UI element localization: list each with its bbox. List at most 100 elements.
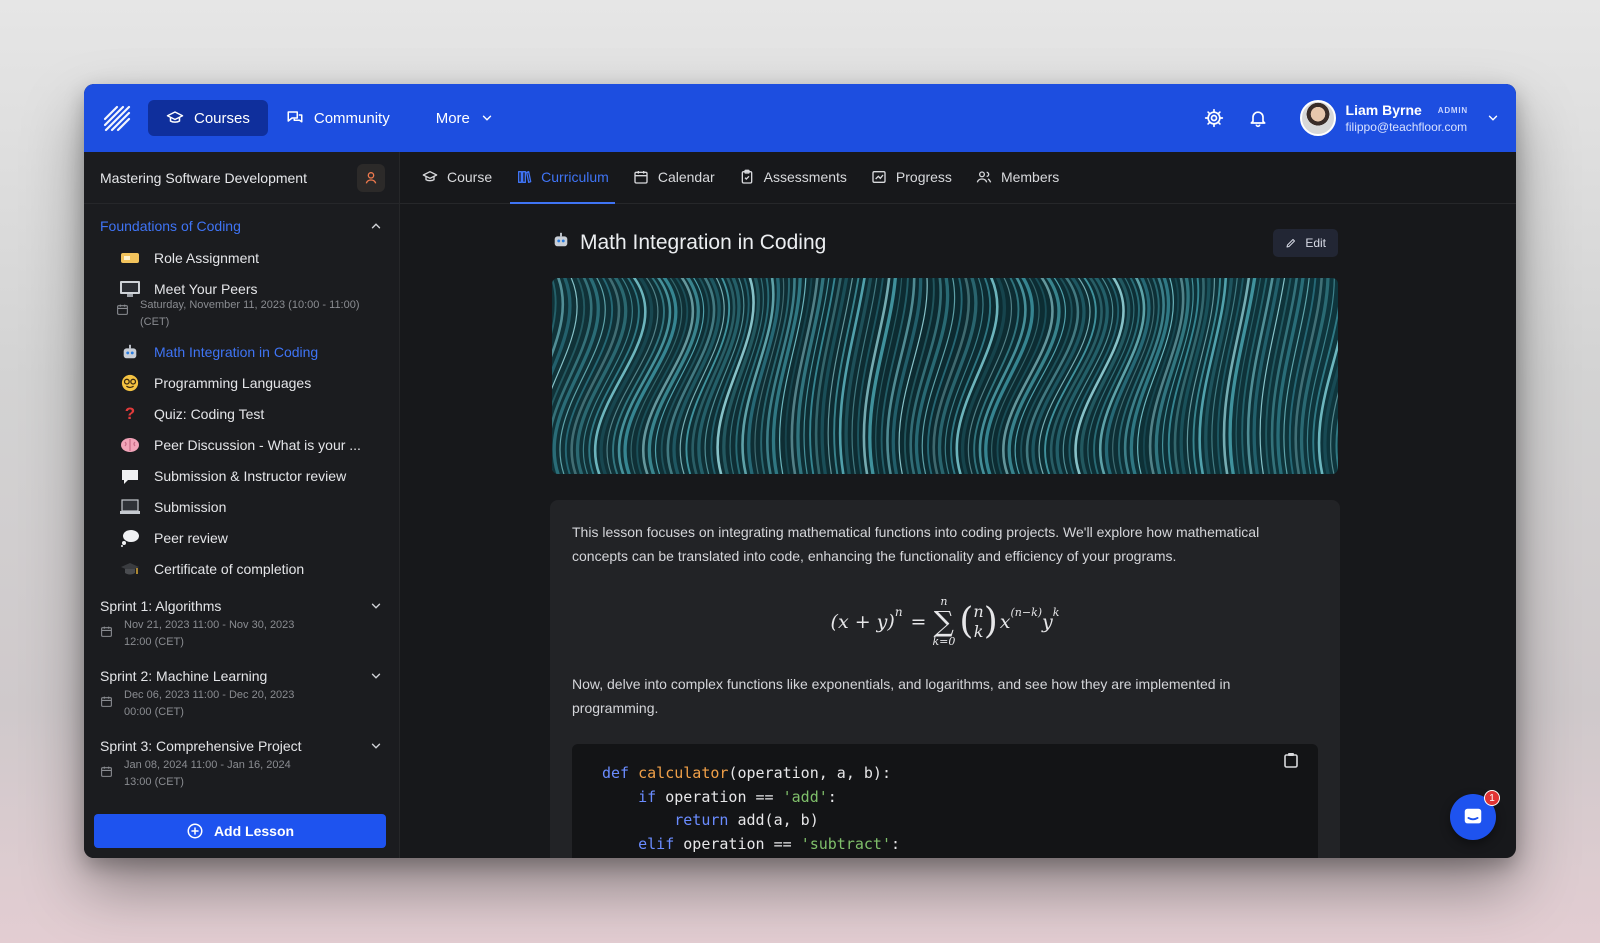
lesson-label: Submission & Instructor review [154, 468, 347, 484]
tab-label: Members [1000, 169, 1060, 185]
code-string: 'subtract' [800, 834, 891, 853]
plus-circle-icon [187, 823, 203, 839]
tab-assessments[interactable]: Assessments [727, 151, 859, 203]
thought-bubble-icon [118, 528, 142, 548]
nav-community-button[interactable]: Community [268, 100, 408, 136]
lesson-item-certificate[interactable]: Certificate of completion [84, 559, 399, 579]
course-title: Mastering Software Development [100, 169, 307, 186]
tab-progress[interactable]: Progress [859, 151, 964, 203]
lesson-item-programming-languages[interactable]: Programming Languages [84, 373, 399, 393]
formula-lhs: (x + y) [830, 611, 895, 633]
lesson-item-meet-your-peers[interactable]: Meet Your Peers [84, 279, 399, 299]
lesson-second-paragraph: Now, delve into complex functions like e… [572, 676, 1231, 716]
chevron-up-icon[interactable] [369, 219, 383, 233]
chevron-down-icon[interactable] [369, 669, 383, 683]
right-paren-icon: ) [983, 601, 998, 642]
chevron-down-icon[interactable] [369, 599, 383, 613]
edit-label: Edit [1305, 236, 1326, 250]
lesson-item-submission-instructor-review[interactable]: Submission & Instructor review [84, 466, 399, 486]
code-text: add(a, b) [728, 811, 819, 829]
lesson-content: Math Integration in Coding Edit This les… [400, 204, 1516, 858]
tab-curriculum[interactable]: Curriculum [504, 151, 621, 204]
sprint-title: Sprint 3: Comprehensive Project [100, 738, 302, 754]
avatar[interactable] [1299, 100, 1336, 136]
copy-code-button[interactable] [1284, 752, 1302, 770]
calendar-icon [116, 303, 132, 331]
lesson-label: Programming Languages [154, 375, 312, 391]
tab-label: Course [447, 169, 493, 185]
tab-label: Assessments [763, 169, 847, 185]
code-keyword: elif [638, 834, 675, 853]
lesson-label: Submission [154, 499, 227, 515]
code-text: : [891, 834, 901, 853]
sprint-title: Sprint 1: Algorithms [100, 598, 222, 614]
lesson-item-peer-review[interactable]: Peer review [84, 528, 399, 548]
tab-course[interactable]: Course [410, 151, 504, 203]
pencil-icon [1286, 239, 1296, 248]
monitor-icon [118, 279, 142, 299]
lesson-item-quiz-coding-test[interactable]: ? Quiz: Coding Test [84, 404, 399, 424]
term-exp-x: (n−k) [1010, 605, 1043, 619]
nav-community-label: Community [313, 109, 390, 127]
lesson-schedule: Saturday, November 11, 2023 (10:00 - 11:… [84, 297, 399, 331]
tab-label: Calendar [657, 169, 715, 185]
chevron-down-icon[interactable] [1486, 111, 1500, 125]
chat-icon [1464, 808, 1482, 824]
lesson-item-peer-discussion[interactable]: Peer Discussion - What is your ... [84, 435, 399, 455]
chart-icon [872, 171, 886, 183]
user-menu[interactable]: Liam Byrne ADMIN filippo@teachfloor.com [1299, 100, 1500, 136]
calendar-icon [634, 171, 648, 184]
lesson-label: Meet Your Peers [154, 281, 258, 297]
nav-courses-label: Courses [194, 109, 250, 127]
lesson-item-math-integration[interactable]: Math Integration in Coding [84, 342, 399, 362]
nav-more-button[interactable]: More [418, 100, 512, 136]
sprint-dates-line2: 12:00 (CET) [124, 636, 184, 648]
chat-unread-badge: 1 [1484, 790, 1500, 806]
code-block[interactable]: def calculator(operation, a, b): if oper… [572, 744, 1318, 858]
nav-courses-button[interactable]: Courses [148, 100, 268, 136]
lesson-intro-paragraph: This lesson focuses on integrating mathe… [572, 524, 1260, 564]
edit-lesson-button[interactable]: Edit [1273, 229, 1338, 257]
lesson-item-submission[interactable]: Submission [84, 497, 399, 517]
code-text: (operation, a, b): [728, 764, 891, 782]
lesson-cover-image [552, 278, 1338, 474]
sprint-dates-line2: 00:00 (CET) [124, 706, 184, 718]
graduation-cap-icon [166, 111, 184, 123]
laptop-icon [118, 497, 142, 517]
add-lesson-label: Add Lesson [213, 823, 295, 839]
term-exp-y: k [1052, 605, 1060, 619]
sprint-3[interactable]: Sprint 3: Comprehensive Project Jan 08, … [84, 735, 399, 791]
formula-lhs-exponent: n [894, 605, 903, 619]
lesson-label: Role Assignment [154, 250, 260, 266]
gear-icon [1204, 108, 1223, 128]
add-lesson-button[interactable]: Add Lesson [94, 814, 386, 848]
tab-members[interactable]: Members [964, 151, 1071, 203]
calendar-icon [100, 765, 116, 791]
code-text: operation == [674, 834, 801, 853]
lesson-item-role-assignment[interactable]: Role Assignment [84, 248, 399, 268]
tab-calendar[interactable]: Calendar [621, 151, 727, 203]
users-icon [976, 171, 992, 183]
lesson-label: Math Integration in Coding [154, 344, 319, 360]
sprint-dates-line1: Dec 06, 2023 11:00 - Dec 20, 2023 [124, 689, 295, 701]
section-title: Foundations of Coding [100, 218, 241, 234]
sprint-1[interactable]: Sprint 1: Algorithms Nov 21, 2023 11:00 … [84, 595, 399, 651]
code-string: 'add' [782, 787, 828, 806]
clipboard-copy-icon [1284, 753, 1298, 768]
left-paren-icon: ( [959, 601, 974, 642]
chat-support-button[interactable]: 1 [1450, 790, 1500, 840]
course-user-button[interactable] [357, 163, 385, 192]
brand-logo-icon[interactable] [102, 102, 134, 134]
chat-bubbles-icon [287, 111, 303, 123]
lesson-body: This lesson focuses on integrating mathe… [550, 500, 1340, 858]
code-keyword: def [602, 764, 630, 782]
question-mark-icon: ? [124, 404, 136, 423]
lesson-header: Math Integration in Coding Edit [552, 226, 1338, 260]
sprint-dates-line2: 13:00 (CET) [124, 776, 184, 788]
notifications-button[interactable] [1238, 98, 1278, 138]
sprint-dates-line1: Nov 21, 2023 11:00 - Nov 30, 2023 [124, 619, 295, 631]
section-foundations-header[interactable]: Foundations of Coding [84, 204, 399, 248]
sprint-2[interactable]: Sprint 2: Machine Learning Dec 06, 2023 … [84, 665, 399, 721]
settings-button[interactable] [1194, 98, 1234, 138]
chevron-down-icon[interactable] [369, 739, 383, 753]
